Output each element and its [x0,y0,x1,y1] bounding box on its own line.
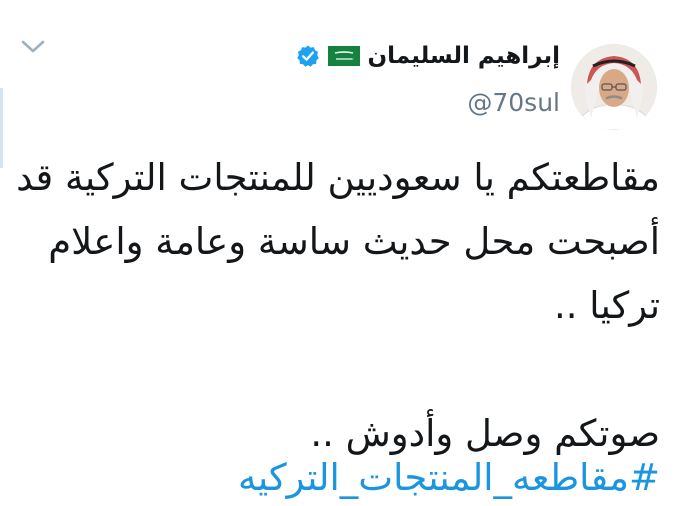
hashtag-link[interactable]: #مقاطعه_المنتجات_التركيه [238,450,660,506]
author-display-name[interactable]: إبراهيم السليمان [368,43,560,69]
verified-badge-icon [296,44,320,68]
saudi-flag-icon [327,46,360,66]
author-avatar[interactable] [571,44,657,130]
tweet-text-line: أصبحت محل حديث ساسة وعامة واعلام [48,220,660,263]
author-handle[interactable]: @70sul [467,88,560,117]
tweet-text-line: تركيا .. [553,284,660,327]
tweet-text-line: مقاطعتكم يا سعوديين للمنتجات التركية قد [16,156,660,199]
tweet-card: إبراهيم السليمان @70sul مقاطعتكم يا سعود… [0,0,700,506]
author-header: إبراهيم السليمان [296,40,560,72]
tweet-text: مقاطعتكم يا سعوديين للمنتجات التركية قد … [16,146,660,466]
left-edge-accent [0,88,3,168]
chevron-down-icon[interactable] [20,38,46,56]
